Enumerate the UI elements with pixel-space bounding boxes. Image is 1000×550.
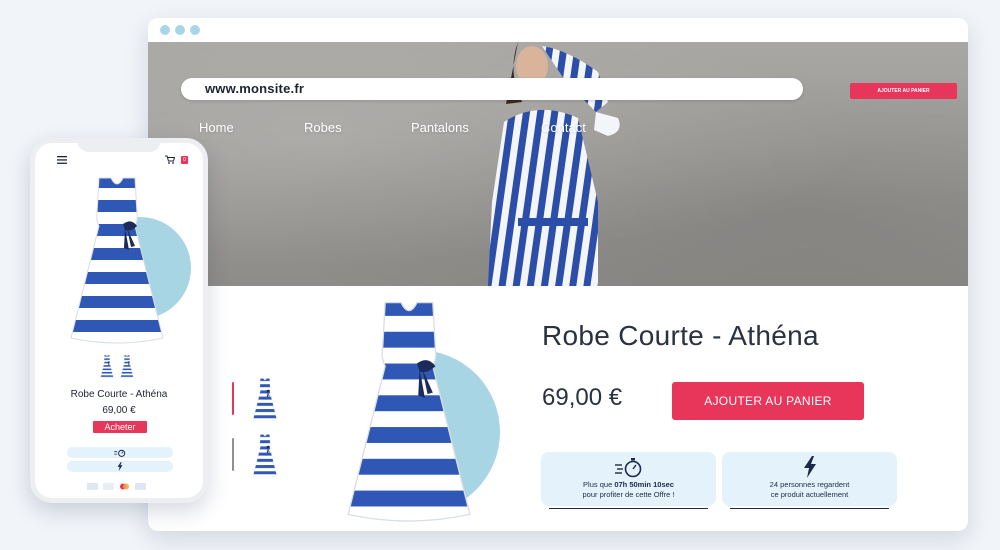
url-bar[interactable]: www.monsite.fr <box>181 78 803 100</box>
hamburger-menu-icon[interactable] <box>57 156 67 164</box>
visa-icon <box>103 483 114 490</box>
lightning-icon <box>803 456 816 478</box>
product-main-image[interactable] <box>57 176 177 346</box>
window-dot[interactable] <box>190 25 200 35</box>
desktop-browser-window: www.monsite.fr AJOUTER AU PANIER Home Ro… <box>148 18 968 531</box>
cart-icon[interactable] <box>165 155 175 164</box>
offer-line2: pour profiter de cette Offre ! <box>582 490 675 499</box>
buy-button[interactable]: Acheter <box>93 421 147 433</box>
window-dot[interactable] <box>175 25 185 35</box>
offer-countdown: 07h 50min 10sec <box>614 480 674 489</box>
viewers-card: 24 personnes regardent ce produit actuel… <box>722 452 897 509</box>
window-controls <box>160 25 200 35</box>
product-title: Robe Courte - Athéna <box>70 389 168 400</box>
stopwatch-icon <box>114 449 126 457</box>
stopwatch-icon <box>614 458 641 478</box>
nav-item-home[interactable]: Home <box>199 120 234 135</box>
thumbnail-active-indicator <box>232 382 234 415</box>
mastercard-icon <box>120 483 129 490</box>
mobile-device: 0 Robe Courte - Athéna 69,00 € Acheter <box>30 138 208 503</box>
nav-item-robes[interactable]: Robes <box>304 120 342 135</box>
product-thumbnail[interactable] <box>250 378 280 422</box>
thumbnail-indicator <box>232 438 234 471</box>
offer-prefix: Plus que <box>583 480 615 489</box>
card-icon <box>87 483 98 490</box>
product-thumbnail[interactable] <box>119 355 135 379</box>
product-title: Robe Courte - Athéna <box>542 320 819 351</box>
window-dot[interactable] <box>160 25 170 35</box>
viewers-pill <box>67 461 173 472</box>
offer-countdown-pill <box>67 447 173 458</box>
cart-count-badge: 0 <box>181 156 188 164</box>
product-price: 69,00 € <box>542 384 623 411</box>
product-price: 69,00 € <box>102 405 136 416</box>
lightning-icon <box>117 462 123 471</box>
viewers-line1: 24 personnes regardent <box>769 480 850 489</box>
nav-item-pantalons[interactable]: Pantalons <box>411 120 469 135</box>
paypal-icon <box>135 483 146 490</box>
product-thumbnail[interactable] <box>250 434 280 478</box>
nav-item-contact[interactable]: Contact <box>541 120 586 135</box>
product-main-image[interactable] <box>314 300 504 525</box>
hero-banner: www.monsite.fr AJOUTER AU PANIER Home Ro… <box>148 42 968 286</box>
add-to-cart-button[interactable]: AJOUTER AU PANIER <box>672 382 864 420</box>
viewers-line2: ce produit actuellement <box>770 490 849 499</box>
main-navigation: Home Robes Pantalons Contact <box>148 120 968 140</box>
product-thumbnail[interactable] <box>99 355 115 379</box>
header-add-to-cart-button[interactable]: AJOUTER AU PANIER <box>850 83 957 99</box>
offer-countdown-card: Plus que 07h 50min 10sec pour profiter d… <box>541 452 716 509</box>
phone-notch <box>77 143 161 152</box>
